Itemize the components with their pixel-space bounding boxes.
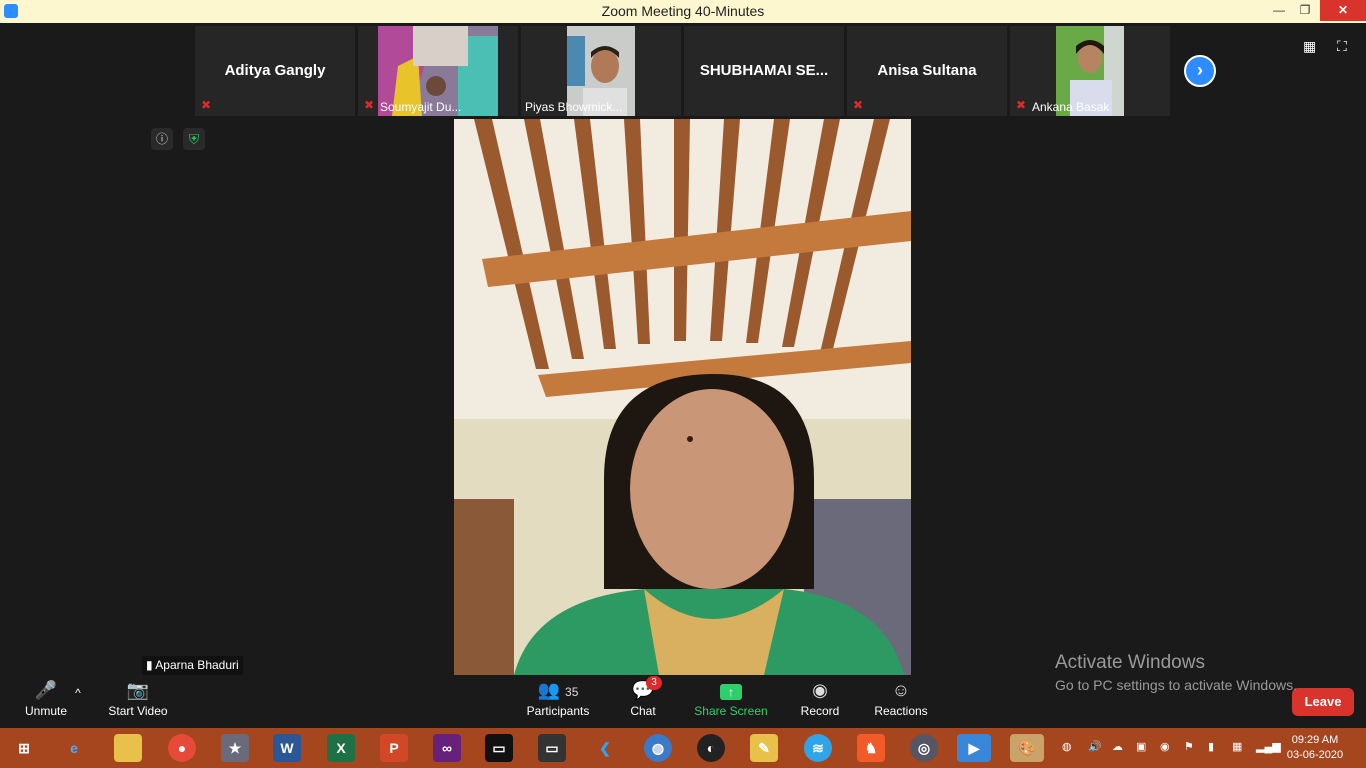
unmute-label: Unmute	[24, 704, 68, 718]
window-title: Zoom Meeting 40-Minutes	[601, 3, 765, 19]
clock-time: 09:29 AM	[1291, 734, 1339, 746]
docker-icon[interactable]: ≋	[804, 734, 832, 762]
window-titlebar: Zoom Meeting 40-Minutes — ❐ ✕	[0, 0, 1366, 23]
flag-icon[interactable]: ⚑	[1184, 740, 1194, 753]
reactions-label: Reactions	[874, 704, 928, 718]
close-button[interactable]: ✕	[1320, 0, 1366, 21]
reactions-icon: ☺	[891, 680, 911, 700]
watermark-title: Activate Windows	[1055, 652, 1205, 673]
mic-muted-icon: ✖	[1016, 98, 1027, 112]
obs-icon[interactable]: ◐	[697, 734, 725, 762]
signal-strength-icon: ▮	[146, 658, 153, 672]
chat-label: Chat	[630, 704, 656, 718]
zoom-tray-icon[interactable]: ▣	[1136, 740, 1146, 753]
app-star-icon[interactable]: ★	[221, 734, 249, 762]
vscode-icon[interactable]: ❮	[591, 734, 619, 762]
app-folder-icon[interactable]: ✎	[750, 734, 778, 762]
participants-button[interactable]: 👥 35 Participants	[522, 676, 594, 718]
leave-button[interactable]: Leave	[1292, 688, 1354, 716]
participant-tile-piyas[interactable]: Piyas Bhowmick...	[521, 26, 681, 116]
participant-tile-ankana[interactable]: ✖ Ankana Basak	[1010, 26, 1170, 116]
visual-studio-icon[interactable]: ∞	[433, 734, 461, 762]
network-icon[interactable]: ◍	[1062, 740, 1072, 753]
participant-name: SHUBHAMAI SE...	[699, 62, 829, 79]
security-shield-icon[interactable]: ⛨	[183, 128, 205, 150]
clock-date: 03-06-2020	[1286, 749, 1344, 761]
gallery-view-icon[interactable]: ▦	[1303, 38, 1319, 54]
mic-muted-icon: ✖	[201, 98, 212, 112]
mic-muted-icon: ✖	[364, 98, 375, 112]
maximize-button[interactable]: ❐	[1290, 0, 1320, 21]
internet-explorer-icon[interactable]: e	[60, 734, 88, 762]
video-off-icon: 📷	[126, 680, 150, 700]
activate-windows-watermark: Activate Windows Go to PC settings to ac…	[1055, 652, 1297, 693]
wifi-signal-icon[interactable]: ▂▄▆	[1256, 740, 1281, 753]
participant-name: Soumyajit Du...	[380, 100, 462, 114]
share-screen-icon: ↑	[692, 676, 770, 704]
battery-icon[interactable]: ▮	[1208, 740, 1214, 753]
speaker-name: Aparna Bhaduri	[155, 658, 239, 672]
mic-muted-icon: ✖	[853, 98, 864, 112]
app-dish-icon[interactable]: ◎	[910, 734, 938, 762]
participant-tile-soumyajit[interactable]: ✖ Soumyajit Du...	[358, 26, 518, 116]
start-video-button[interactable]: 📷 Start Video	[104, 676, 172, 718]
participant-name: Ankana Basak	[1032, 100, 1110, 114]
participant-name: Aditya Gangly	[224, 62, 326, 79]
next-page-button[interactable]: ›	[1184, 55, 1216, 87]
reactions-button[interactable]: ☺ Reactions	[870, 676, 932, 718]
zoom-taskbar-icon[interactable]: ▶	[957, 734, 991, 762]
watermark-subtitle: Go to PC settings to activate Windows.	[1055, 677, 1297, 693]
command-prompt-icon[interactable]: ▭	[485, 734, 513, 762]
active-speaker-video	[454, 119, 911, 675]
system-clock[interactable]: 09:29 AM 03-06-2020	[1280, 733, 1350, 763]
volume-icon[interactable]: 🔊	[1088, 740, 1102, 753]
participant-name: Anisa Sultana	[877, 62, 977, 79]
windows-taskbar: ⊞ e ● ★ W X P ∞ ▭ ▭ ❮ ◍ ◐ ✎ ≋ ♞ ◎ ▶ 🎨 ◍ …	[0, 728, 1366, 768]
start-video-label: Start Video	[108, 704, 168, 718]
fullscreen-icon[interactable]: ⛶	[1337, 38, 1353, 54]
cloud-icon[interactable]: ☁	[1112, 740, 1123, 753]
paint-icon[interactable]: 🎨	[1010, 734, 1044, 762]
file-explorer-icon[interactable]	[114, 734, 142, 762]
brave-icon[interactable]: ♞	[857, 734, 885, 762]
powerpoint-icon[interactable]: P	[380, 734, 408, 762]
participant-tile-shubhamai[interactable]: SHUBHAMAI SE...	[684, 26, 844, 116]
chrome-icon[interactable]: ●	[168, 734, 196, 762]
participants-count: 35	[565, 685, 579, 699]
chat-unread-badge: 3	[646, 676, 662, 690]
share-screen-label: Share Screen	[694, 704, 768, 718]
record-icon: ◉	[812, 680, 828, 700]
start-windows-icon[interactable]: ⊞	[10, 734, 38, 762]
devices-icon[interactable]: ▦	[1232, 740, 1242, 753]
app-tray-icon[interactable]: ◉	[1160, 740, 1170, 753]
participant-tile-anisa[interactable]: Anisa Sultana ✖	[847, 26, 1007, 116]
info-icon[interactable]: ⓘ	[151, 128, 173, 150]
record-label: Record	[800, 704, 840, 718]
record-button[interactable]: ◉ Record	[796, 676, 844, 718]
participant-name: Piyas Bhowmick...	[525, 100, 623, 114]
participant-tile-aditya[interactable]: Aditya Gangly ✖	[195, 26, 355, 116]
unmute-button[interactable]: 🎤 Unmute	[20, 676, 72, 718]
audio-options-caret-icon[interactable]: ^	[72, 686, 84, 700]
participants-icon: 👥 35	[537, 680, 579, 700]
mic-off-icon: 🎤	[34, 680, 58, 700]
terminal-icon[interactable]: ▭	[538, 734, 566, 762]
share-screen-button[interactable]: ↑ Share Screen	[692, 676, 770, 718]
speaker-name-label: ▮ Aparna Bhaduri	[142, 656, 243, 675]
word-icon[interactable]: W	[273, 734, 301, 762]
excel-icon[interactable]: X	[327, 734, 355, 762]
browser-globe-icon[interactable]: ◍	[644, 734, 672, 762]
participants-label: Participants	[526, 704, 590, 718]
